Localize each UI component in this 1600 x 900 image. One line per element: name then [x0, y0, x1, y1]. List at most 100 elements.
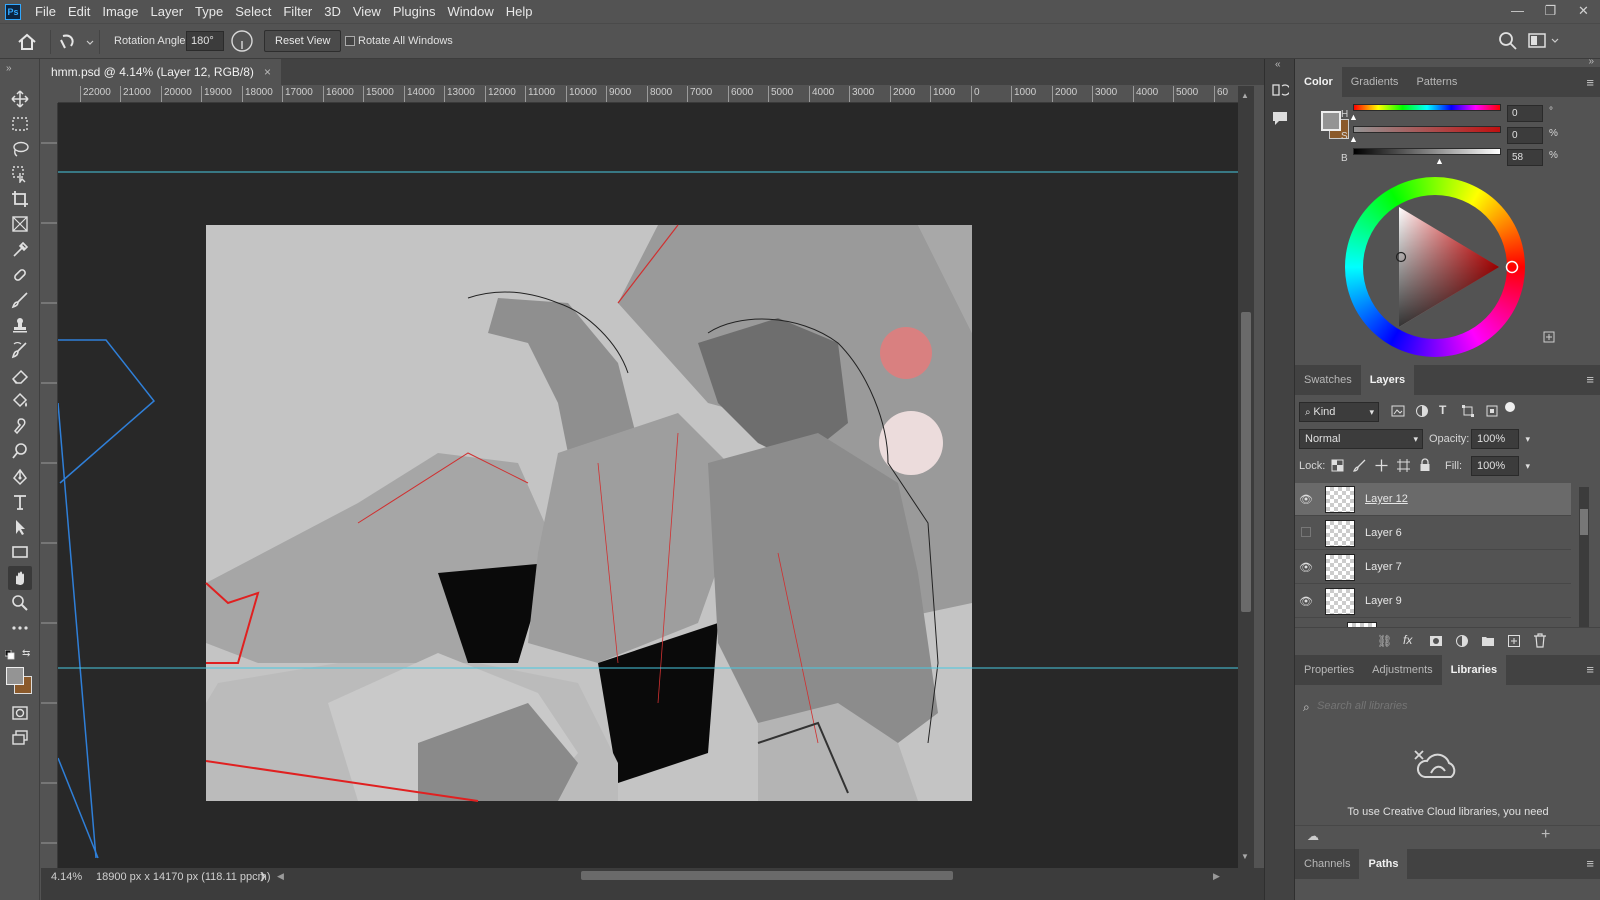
rotate-all-windows-checkbox[interactable] — [345, 36, 355, 46]
layers-scrollbar[interactable] — [1579, 487, 1589, 627]
new-layer-icon[interactable] — [1507, 634, 1521, 651]
screen-mode-icon[interactable] — [8, 726, 32, 750]
libraries-panel-menu-icon[interactable]: ≡ — [1586, 662, 1594, 677]
tool-preset-picker[interactable] — [50, 30, 100, 54]
scroll-down-icon[interactable]: ▼ — [1241, 852, 1249, 861]
search-icon[interactable] — [1498, 31, 1518, 54]
object-selection-tool-icon[interactable] — [8, 162, 32, 186]
visibility-hidden-icon[interactable] — [1295, 526, 1317, 540]
collapse-dock-icon[interactable]: « — [1275, 59, 1281, 70]
layer-name[interactable]: Layer 7 — [1365, 561, 1402, 573]
zoom-tool-icon[interactable] — [8, 591, 32, 615]
blend-mode-select[interactable]: Normal ▾ — [1299, 429, 1423, 449]
menu-window[interactable]: Window — [441, 0, 499, 23]
vertical-scrollbar[interactable]: ▲ ▼ — [1238, 86, 1254, 868]
document-info[interactable]: 18900 px x 14170 px (118.11 ppcm) — [96, 871, 271, 883]
menu-help[interactable]: Help — [500, 0, 539, 23]
adjustment-layer-icon[interactable] — [1455, 634, 1469, 651]
comments-panel-icon[interactable] — [1271, 109, 1289, 130]
lock-image-icon[interactable] — [1352, 459, 1366, 475]
color-panel-menu-icon[interactable]: ≡ — [1586, 75, 1594, 90]
marquee-tool-icon[interactable] — [8, 112, 32, 136]
layers-panel-menu-icon[interactable]: ≡ — [1586, 372, 1594, 387]
document-tab[interactable]: hmm.psd @ 4.14% (Layer 12, RGB/8) × — [41, 59, 281, 85]
layer-row[interactable]: 👁 Layer 9 — [1295, 585, 1571, 618]
hue-slider[interactable] — [1353, 104, 1501, 111]
path-selection-tool-icon[interactable] — [8, 515, 32, 539]
layer-row[interactable]: 👁 Layer 12 — [1295, 483, 1571, 516]
expand-color-icon[interactable] — [1543, 331, 1555, 346]
more-tools-icon[interactable] — [8, 616, 32, 640]
saturation-value[interactable]: 0 — [1507, 127, 1543, 144]
tab-swatches[interactable]: Swatches — [1295, 365, 1361, 395]
crop-tool-icon[interactable] — [8, 187, 32, 211]
frame-tool-icon[interactable] — [8, 212, 32, 236]
link-layers-icon[interactable]: ⛓ — [1377, 634, 1392, 648]
layer-name[interactable]: Layer 12 — [1365, 493, 1408, 505]
home-icon[interactable] — [16, 32, 38, 55]
brush-tool-icon[interactable] — [8, 288, 32, 312]
horizontal-ruler[interactable]: 22000 21000 20000 19000 18000 17000 1600… — [58, 86, 1253, 103]
visibility-eye-icon[interactable]: 👁 — [1295, 493, 1317, 506]
workspace-icon[interactable] — [1528, 32, 1562, 53]
hue-value[interactable]: 0 — [1507, 105, 1543, 122]
close-document-icon[interactable]: × — [264, 59, 271, 85]
hue-slider-handle-icon[interactable]: ▲ — [1349, 112, 1358, 122]
filter-shape-icon[interactable] — [1461, 404, 1475, 421]
tab-gradients[interactable]: Gradients — [1342, 67, 1408, 97]
cloud-sync-icon[interactable]: ☁ — [1307, 829, 1319, 843]
fill-input[interactable]: 100% ▾ — [1471, 456, 1530, 476]
clone-stamp-tool-icon[interactable] — [8, 313, 32, 337]
default-colors-icon[interactable] — [4, 649, 15, 663]
dodge-tool-icon[interactable] — [8, 439, 32, 463]
color-wheel[interactable] — [1345, 177, 1525, 357]
scroll-right-icon[interactable]: ▶ — [1213, 871, 1220, 882]
menu-3d[interactable]: 3D — [318, 0, 347, 23]
menu-edit[interactable]: Edit — [62, 0, 96, 23]
type-tool-icon[interactable] — [8, 490, 32, 514]
rotation-angle-input[interactable]: 180° — [186, 31, 224, 51]
paint-bucket-tool-icon[interactable] — [8, 389, 32, 413]
scroll-left-icon[interactable]: ◀ — [277, 871, 284, 882]
tab-layers[interactable]: Layers — [1360, 365, 1415, 395]
filter-type-icon[interactable]: T — [1439, 403, 1446, 417]
filter-smart-object-icon[interactable] — [1485, 404, 1499, 421]
quick-mask-icon[interactable] — [8, 701, 32, 725]
menu-image[interactable]: Image — [96, 0, 144, 23]
eyedropper-tool-icon[interactable] — [8, 238, 32, 262]
healing-brush-tool-icon[interactable] — [8, 263, 32, 287]
layer-row[interactable]: Layer 6 — [1295, 517, 1571, 550]
tab-patterns[interactable]: Patterns — [1407, 67, 1466, 97]
color-foreground-swatch[interactable] — [1321, 111, 1341, 131]
zoom-level[interactable]: 4.14% — [51, 871, 82, 883]
scroll-up-icon[interactable]: ▲ — [1241, 91, 1249, 100]
brightness-slider-handle-icon[interactable]: ▲ — [1435, 156, 1444, 166]
artwork-canvas[interactable] — [58, 103, 1238, 868]
reset-view-button[interactable]: Reset View — [264, 30, 342, 52]
canvas-pasteboard[interactable] — [58, 103, 1238, 868]
visibility-eye-icon[interactable]: 👁 — [1295, 595, 1317, 608]
collapse-toolbar-icon[interactable]: » — [6, 63, 12, 74]
vertical-scroll-thumb[interactable] — [1241, 312, 1251, 612]
eraser-tool-icon[interactable] — [8, 364, 32, 388]
move-tool-icon[interactable] — [8, 87, 32, 111]
swap-colors-icon[interactable]: ⇆ — [22, 648, 30, 659]
tab-libraries[interactable]: Libraries — [1441, 655, 1507, 685]
saturation-slider[interactable] — [1353, 126, 1501, 133]
menu-filter[interactable]: Filter — [277, 0, 318, 23]
layer-row[interactable]: 👁 Layer 7 — [1295, 551, 1571, 584]
layer-filter-select[interactable]: ⌕ Kind ▾ — [1299, 402, 1379, 422]
delete-layer-icon[interactable] — [1533, 633, 1547, 651]
add-library-icon[interactable]: + — [1541, 826, 1550, 844]
menu-type[interactable]: Type — [189, 0, 229, 23]
layer-name[interactable]: Layer 6 — [1365, 527, 1402, 539]
history-brush-tool-icon[interactable] — [8, 338, 32, 362]
smudge-tool-icon[interactable] — [8, 414, 32, 438]
menu-plugins[interactable]: Plugins — [387, 0, 442, 23]
lasso-tool-icon[interactable] — [8, 137, 32, 161]
rotate-view-tool-icon[interactable] — [8, 566, 32, 590]
filter-pixel-icon[interactable] — [1391, 404, 1405, 421]
layers-scroll-thumb[interactable] — [1580, 509, 1588, 535]
restore-button[interactable]: ❐ — [1534, 0, 1567, 23]
status-menu-icon[interactable]: ❯ — [259, 871, 267, 882]
